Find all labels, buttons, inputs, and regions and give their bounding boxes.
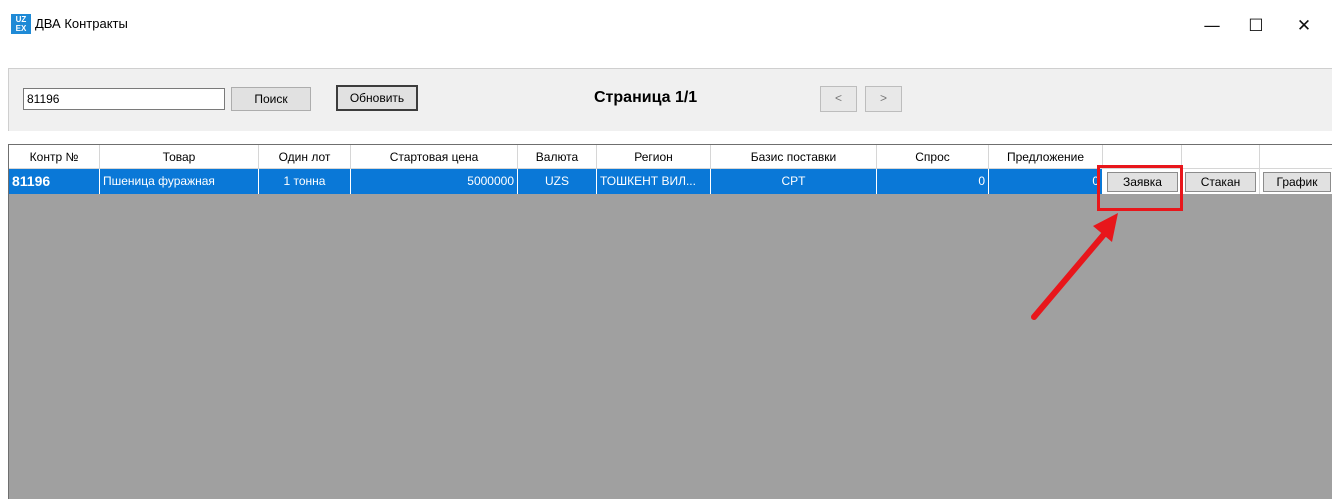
cell-lot[interactable]: 1 тонна [259, 169, 351, 194]
window-title: ДВА Контракты [35, 16, 128, 31]
header-glass [1182, 145, 1260, 169]
cell-region[interactable]: ТОШКЕНТ ВИЛ... [597, 169, 711, 194]
cell-currency[interactable]: UZS [518, 169, 597, 194]
header-start-price[interactable]: Стартовая цена [351, 145, 518, 169]
cell-offer[interactable]: 0 [989, 169, 1103, 194]
cell-glass: Стакан [1182, 169, 1260, 194]
header-currency[interactable]: Валюта [518, 145, 597, 169]
maximize-button[interactable]: ☐ [1236, 8, 1276, 44]
prev-page-button[interactable]: < [820, 86, 857, 112]
cell-demand[interactable]: 0 [877, 169, 989, 194]
chart-button[interactable]: График [1263, 172, 1331, 192]
cell-start-price[interactable]: 5000000 [351, 169, 518, 194]
header-region[interactable]: Регион [597, 145, 711, 169]
cell-delivery-basis[interactable]: CPT [711, 169, 877, 194]
minimize-button[interactable]: — [1192, 8, 1232, 44]
header-chart [1260, 145, 1332, 169]
cell-product[interactable]: Пшеница фуражная [100, 169, 259, 194]
page-indicator: Страница 1/1 [594, 89, 698, 106]
next-page-button[interactable]: > [865, 86, 902, 112]
cell-contract-no[interactable]: 81196 [9, 169, 100, 194]
refresh-button[interactable]: Обновить [336, 85, 418, 111]
header-contract-no[interactable]: Контр № [9, 145, 100, 169]
search-button[interactable]: Поиск [231, 87, 311, 111]
title-bar: UZ EX ДВА Контракты — ☐ ✕ [0, 0, 1332, 56]
header-delivery-basis[interactable]: Базис поставки [711, 145, 877, 169]
search-input[interactable] [23, 88, 225, 110]
glass-button[interactable]: Стакан [1185, 172, 1256, 192]
toolbar: Поиск Обновить Страница 1/1 < > [8, 68, 1332, 131]
header-demand[interactable]: Спрос [877, 145, 989, 169]
app-logo-icon: UZ EX [11, 14, 31, 34]
header-product[interactable]: Товар [100, 145, 259, 169]
header-lot[interactable]: Один лот [259, 145, 351, 169]
highlight-box [1097, 165, 1183, 211]
header-offer[interactable]: Предложение [989, 145, 1103, 169]
close-button[interactable]: ✕ [1284, 8, 1324, 44]
cell-chart: График [1260, 169, 1332, 194]
